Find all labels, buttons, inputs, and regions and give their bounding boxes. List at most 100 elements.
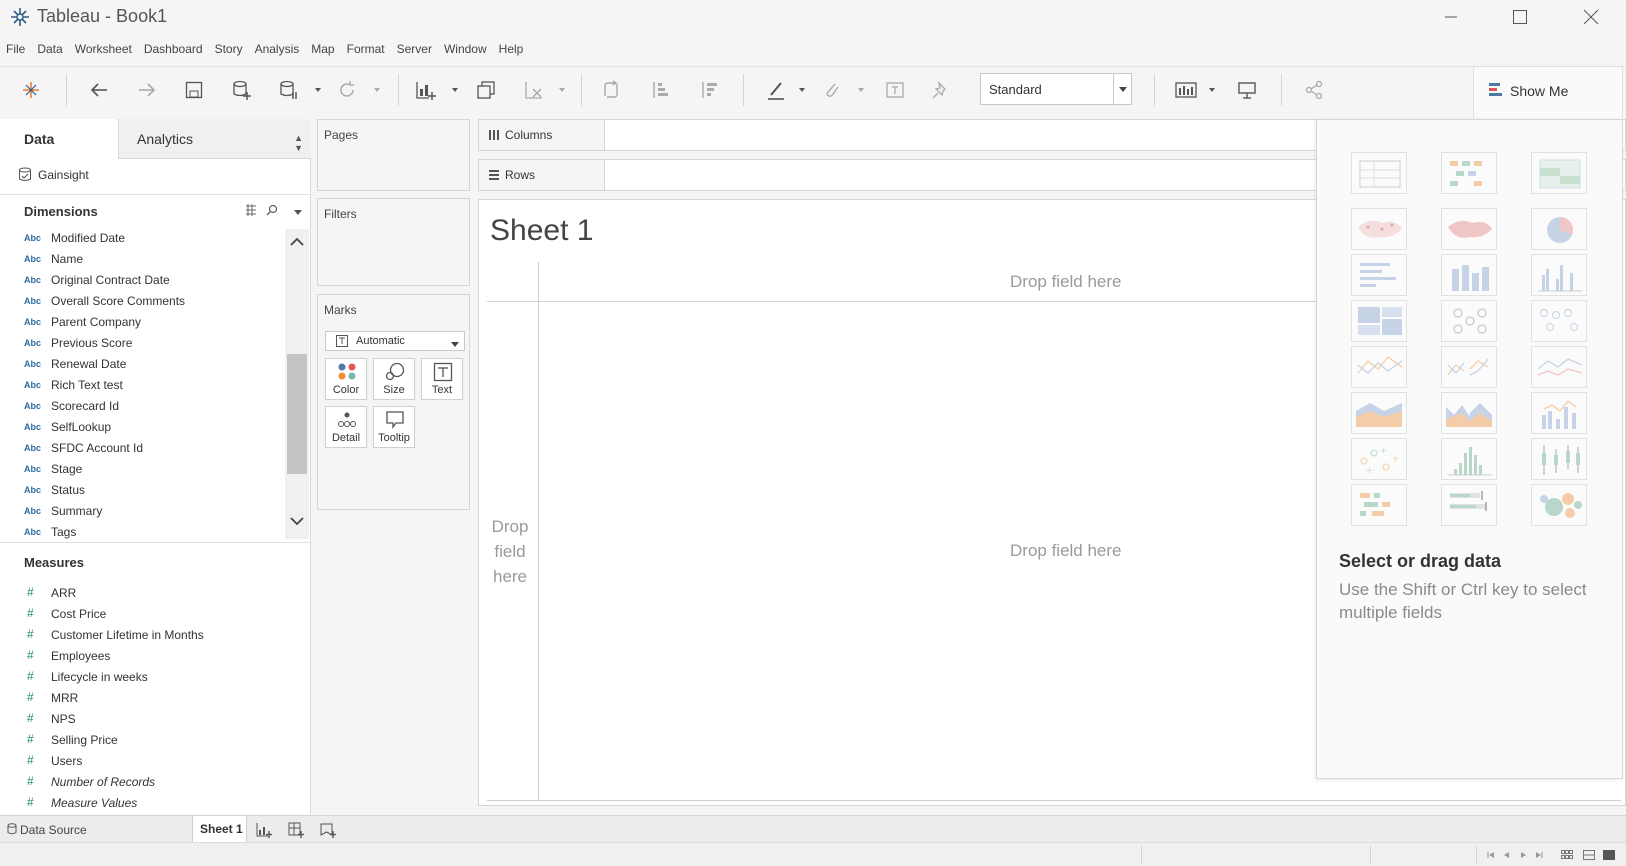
show-me-button[interactable]: Show Me [1473,66,1623,118]
swap-rows-columns-icon[interactable] [599,78,623,102]
menu-worksheet[interactable]: Worksheet [75,38,132,60]
sort-descending-icon[interactable] [697,78,721,102]
chart-type-continuous-lines[interactable] [1351,346,1407,388]
dimension-field[interactable]: Abc Stage [0,459,285,480]
mark-type-dropdown[interactable]: Automatic [325,331,465,351]
chart-type-bullet-graph[interactable] [1441,484,1497,526]
chart-type-discrete-lines[interactable] [1441,346,1497,388]
chevron-down-icon[interactable] [290,515,304,529]
dimension-field[interactable]: Abc Original Contract Date [0,270,285,291]
chart-type-dual-combination[interactable] [1531,392,1587,434]
dimension-field[interactable]: Abc Overall Score Comments [0,291,285,312]
show-filmstrip-icon[interactable] [1583,849,1595,861]
measure-field[interactable]: # Employees [0,646,285,667]
maximize-button[interactable] [1497,4,1543,30]
color-button[interactable]: Color [325,358,367,400]
fit-dropdown[interactable]: Standard [980,73,1132,105]
new-worksheet-icon[interactable] [414,78,438,102]
chart-type-circle-views[interactable] [1441,300,1497,342]
measure-field[interactable]: # Lifecycle in weeks [0,667,285,688]
menu-data[interactable]: Data [37,38,62,60]
menu-window[interactable]: Window [444,38,487,60]
measure-field[interactable]: # Selling Price [0,730,285,751]
dimensions-scrollbar[interactable] [285,229,309,539]
menu-server[interactable]: Server [397,38,432,60]
search-icon[interactable] [266,204,278,219]
sort-ascending-icon[interactable] [648,78,672,102]
filters-shelf[interactable]: Filters [317,198,470,286]
menu-dashboard[interactable]: Dashboard [144,38,203,60]
measure-field[interactable]: # Customer Lifetime in Months [0,625,285,646]
share-icon[interactable] [1302,78,1326,102]
dimension-field[interactable]: Abc Name [0,249,285,270]
menu-analysis[interactable]: Analysis [255,38,300,60]
chart-type-treemap[interactable] [1351,300,1407,342]
measure-field[interactable]: # Cost Price [0,604,285,625]
chevron-down-icon[interactable] [450,84,460,94]
tableau-start-icon[interactable] [19,78,43,102]
chart-type-horizontal-bars[interactable] [1351,254,1407,296]
fix-axes-icon[interactable] [929,78,953,102]
chevron-down-icon[interactable] [450,338,460,352]
show-tabs-icon[interactable] [1603,849,1615,861]
drop-field-view[interactable]: Drop field here [1010,541,1122,561]
highlight-icon[interactable] [764,78,788,102]
chart-type-pie-chart[interactable] [1531,208,1587,250]
duplicate-sheet-icon[interactable] [474,78,498,102]
generated-measure-field[interactable]: # Measure Values [0,793,285,814]
chart-type-filled-map[interactable] [1441,208,1497,250]
dimension-field[interactable]: Abc Status [0,480,285,501]
new-story-tab-icon[interactable] [318,820,338,840]
generated-measure-field[interactable]: # Number of Records [0,772,285,793]
presentation-mode-icon[interactable] [1235,78,1259,102]
dimension-field[interactable]: Abc SelfLookup [0,417,285,438]
chevron-down-icon[interactable] [1207,84,1217,94]
tab-analytics[interactable]: Analytics ▲ ▼ [118,119,311,159]
chart-type-text-table[interactable] [1351,152,1407,194]
refresh-icon[interactable] [335,78,359,102]
scrollbar-thumb[interactable] [287,354,307,474]
new-data-source-icon[interactable] [230,78,254,102]
minimize-button[interactable] [1428,4,1474,30]
data-source-item[interactable]: Gainsight [0,159,311,191]
show-cards-icon[interactable] [1174,78,1198,102]
group-members-icon[interactable] [820,78,844,102]
show-sheet-sorter-icon[interactable] [1561,849,1573,861]
detail-button[interactable]: Detail [325,406,367,448]
save-icon[interactable] [182,78,206,102]
menu-file[interactable]: File [6,38,25,60]
chart-type-side-by-side-circles[interactable] [1531,300,1587,342]
first-sheet-icon[interactable] [1485,849,1497,861]
chart-type-highlight-table[interactable] [1531,152,1587,194]
dimension-field[interactable]: Abc Previous Score [0,333,285,354]
drop-field-columns[interactable]: Drop field here [1010,272,1122,292]
dimension-field[interactable]: Abc Tags [0,522,285,543]
view-as-list-icon[interactable] [245,204,257,219]
tab-data[interactable]: Data [0,119,118,159]
size-button[interactable]: Size [373,358,415,400]
chart-type-symbol-map[interactable] [1351,208,1407,250]
clear-sheet-icon[interactable] [522,78,546,102]
new-worksheet-tab-icon[interactable] [254,820,274,840]
close-button[interactable] [1568,4,1614,30]
text-button[interactable]: Text [421,358,463,400]
menu-format[interactable]: Format [347,38,385,60]
sort-toggle-icon[interactable]: ▲ ▼ [294,133,303,153]
sheet-title[interactable]: Sheet 1 [490,214,593,248]
show-mark-labels-icon[interactable] [883,78,907,102]
chevron-down-icon[interactable] [797,84,807,94]
next-sheet-icon[interactable] [1517,849,1529,861]
menu-story[interactable]: Story [215,38,243,60]
chevron-down-icon[interactable] [557,84,567,94]
chart-type-stacked-bars[interactable] [1441,254,1497,296]
redo-icon[interactable] [135,78,159,102]
chart-type-box-and-whisker[interactable] [1531,438,1587,480]
chevron-down-icon[interactable] [856,84,866,94]
dimension-field[interactable]: Abc Modified Date [0,228,285,249]
chart-type-gantt-chart[interactable] [1351,484,1407,526]
chart-type-heat-map[interactable] [1441,152,1497,194]
chevron-up-icon[interactable] [290,236,304,250]
undo-icon[interactable] [87,78,111,102]
chevron-down-icon[interactable] [313,84,323,94]
chart-type-discrete-area[interactable] [1441,392,1497,434]
